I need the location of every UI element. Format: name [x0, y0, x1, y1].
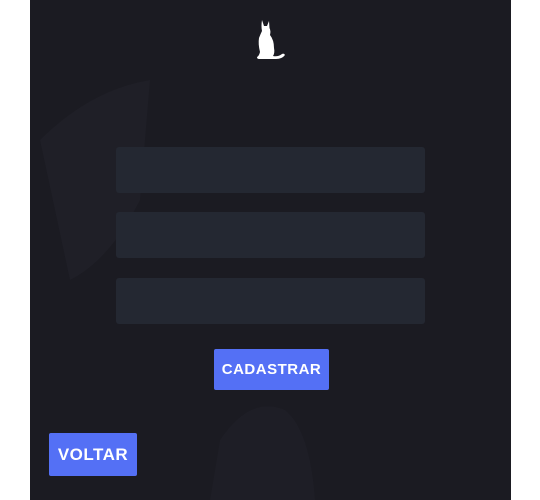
back-button[interactable]: VOLTAR: [49, 433, 137, 476]
register-screen: CADASTRAR VOLTAR: [30, 0, 511, 500]
password-field[interactable]: [116, 278, 425, 324]
register-button[interactable]: CADASTRAR: [214, 349, 329, 390]
name-field[interactable]: [116, 147, 425, 193]
cat-silhouette-icon: [257, 20, 285, 59]
email-field[interactable]: [116, 212, 425, 258]
